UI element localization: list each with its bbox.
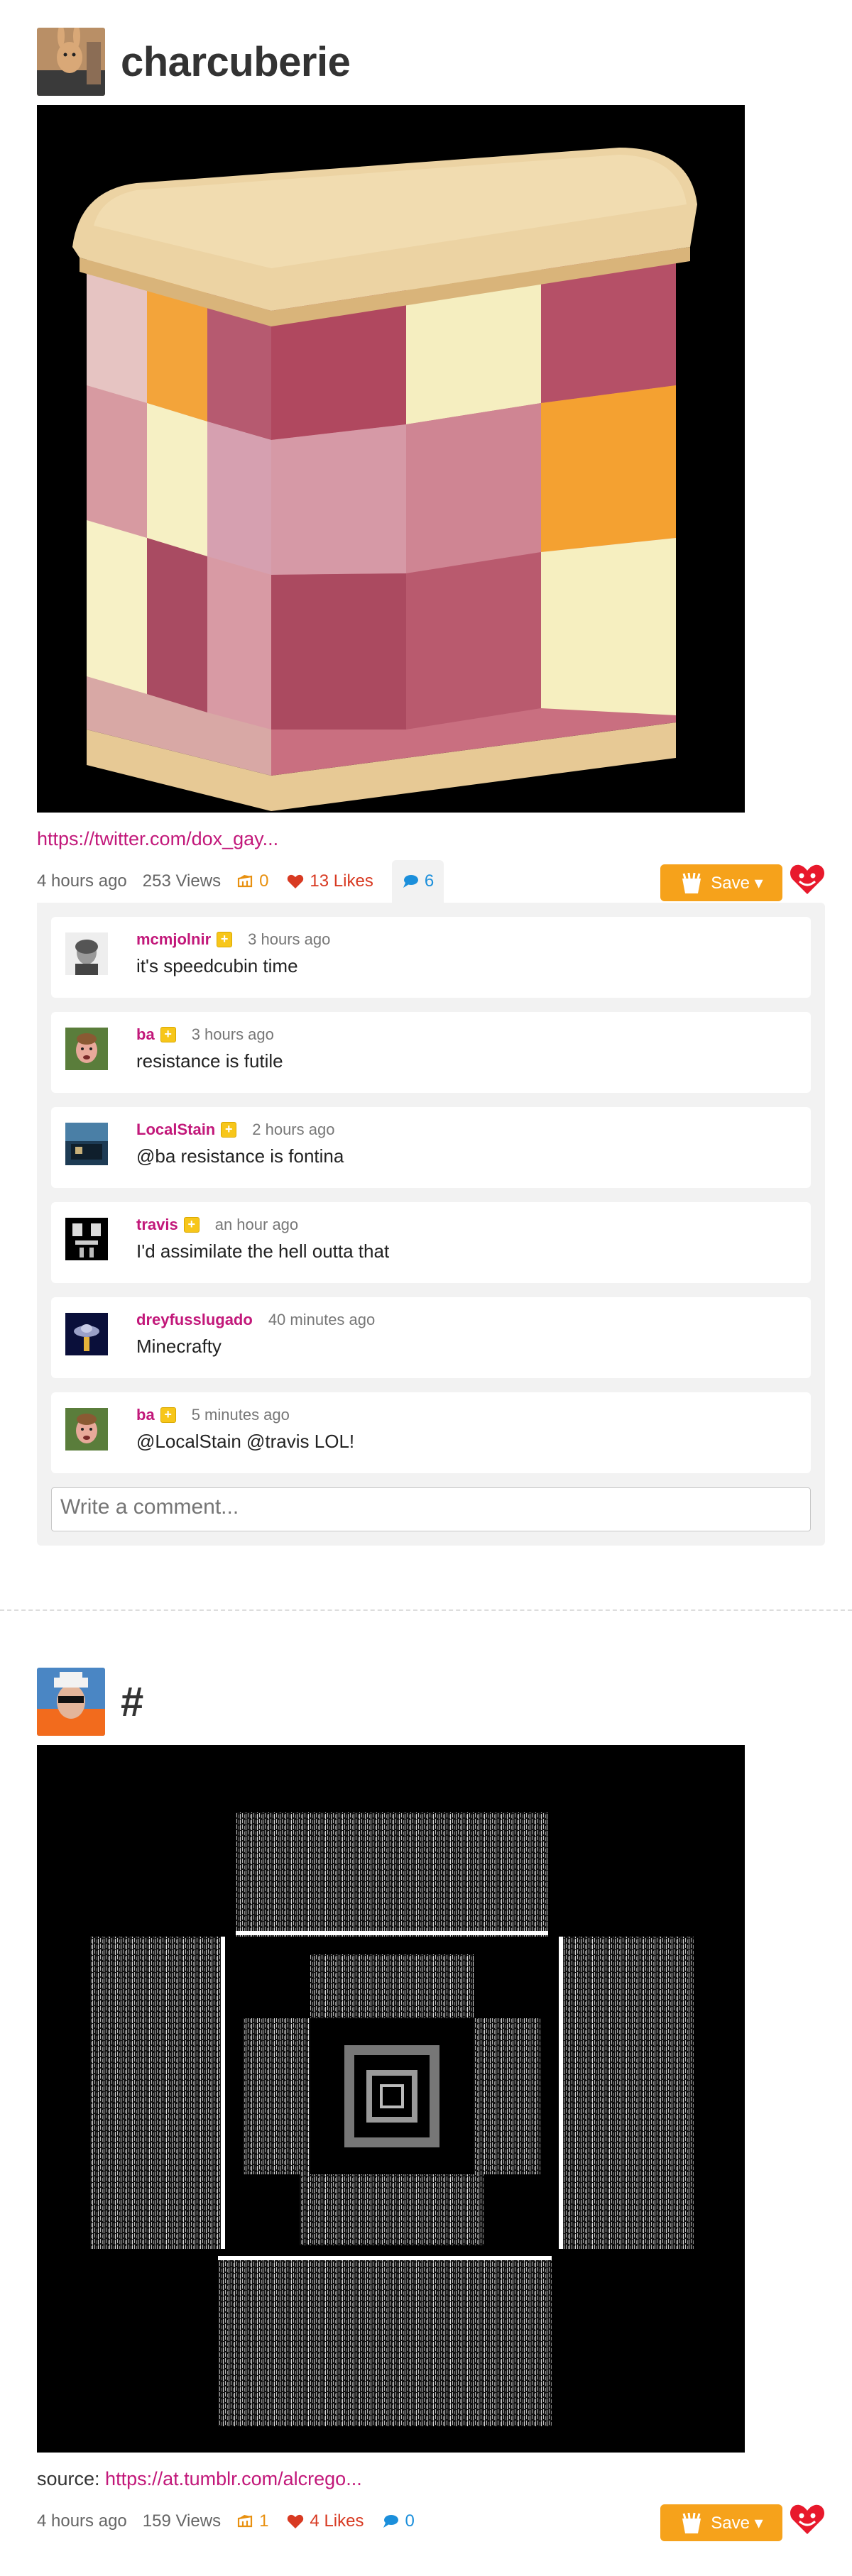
save-label: Save ▾ <box>711 2513 763 2533</box>
heart-reaction-button[interactable] <box>790 862 825 897</box>
bucket-icon <box>682 2512 701 2533</box>
heart-icon <box>288 874 304 888</box>
commenter-name[interactable]: ba <box>136 1406 155 1424</box>
post-title: # <box>121 1678 143 1725</box>
likes-count: 13 Likes <box>310 871 373 891</box>
comment-time: 3 hours ago <box>191 1025 274 1043</box>
post-header: # <box>37 1664 825 1739</box>
comment-input-wrapper <box>51 1487 811 1531</box>
comments-count: 0 <box>405 2511 415 2531</box>
heart-reaction-button[interactable] <box>790 2501 825 2537</box>
commenter-avatar[interactable] <box>65 1028 108 1070</box>
view-count: 159 Views <box>142 2511 222 2531</box>
comments-tab[interactable]: 0 <box>382 2511 415 2531</box>
commenter-name[interactable]: mcmjolnir <box>136 930 211 949</box>
bucket-icon <box>682 872 701 893</box>
cheese-count: 0 <box>259 871 269 891</box>
post-header: charcuberie <box>37 24 825 99</box>
plus-badge-icon: + <box>160 1407 176 1423</box>
commenter-name[interactable]: LocalStain <box>136 1121 215 1139</box>
post-meta-bar: 4 hours ago 159 Views 1 4 Likes 0 Save ▾ <box>37 2500 825 2543</box>
comment-text: it's speedcubin time <box>136 955 298 976</box>
post-divider <box>0 1609 852 1611</box>
commenter-name[interactable]: travis <box>136 1216 178 1234</box>
plus-badge-icon: + <box>160 1027 176 1042</box>
comment-time: 5 minutes ago <box>191 1406 290 1424</box>
source-prefix: source: <box>37 2468 106 2489</box>
cheese-icon <box>237 2515 253 2528</box>
post-title: charcuberie <box>121 38 351 85</box>
save-label: Save ▾ <box>711 873 763 893</box>
post-image-fractal-squares[interactable] <box>37 1745 745 2453</box>
comment: dreyfusslugado 40 minutes ago Minecrafty <box>51 1297 811 1378</box>
post: # source: https://at.tumblr.com/alcrego.… <box>37 1664 825 2543</box>
view-count: 253 Views <box>142 871 222 891</box>
comments-tab[interactable]: 6 <box>391 860 444 903</box>
comment-text: Minecrafty <box>136 1336 222 1357</box>
source-link[interactable]: https://twitter.com/dox_gay... <box>37 828 278 849</box>
comments-count: 6 <box>424 871 435 891</box>
source-line: https://twitter.com/dox_gay... <box>37 828 825 850</box>
cheese-icon <box>237 875 253 888</box>
comment-input[interactable] <box>51 1487 811 1531</box>
comment-text: @ba resistance is fontina <box>136 1145 344 1167</box>
author-avatar[interactable] <box>37 28 105 96</box>
save-button[interactable]: Save ▾ <box>660 864 782 901</box>
save-button[interactable]: Save ▾ <box>660 2504 782 2541</box>
post-image-sandwich-cube[interactable] <box>37 105 745 813</box>
comment-text: resistance is futile <box>136 1050 283 1072</box>
likes-count: 4 Likes <box>310 2511 364 2531</box>
cheese-stat[interactable]: 0 <box>236 871 268 891</box>
source-line: source: https://at.tumblr.com/alcrego... <box>37 2468 825 2490</box>
likes-stat[interactable]: 13 Likes <box>287 871 373 891</box>
post-time: 4 hours ago <box>37 871 127 891</box>
comment-time: an hour ago <box>214 1216 299 1233</box>
commenter-avatar[interactable] <box>65 1218 108 1260</box>
comments-panel: mcmjolnir + 3 hours ago it's speedcubin … <box>37 903 825 1546</box>
commenter-avatar[interactable] <box>65 1408 108 1451</box>
post-time: 4 hours ago <box>37 2511 127 2531</box>
cheese-stat[interactable]: 1 <box>236 2511 268 2531</box>
cheese-count: 1 <box>259 2511 269 2531</box>
plus-badge-icon: + <box>221 1122 237 1138</box>
commenter-avatar[interactable] <box>65 1123 108 1165</box>
comment: ba + 5 minutes ago @LocalStain @travis L… <box>51 1392 811 1473</box>
commenter-name[interactable]: ba <box>136 1025 155 1044</box>
comment: mcmjolnir + 3 hours ago it's speedcubin … <box>51 917 811 998</box>
post: charcuberie https://twitter.com/dox_gay.… <box>37 24 825 1546</box>
heart-icon <box>288 2514 304 2528</box>
comment: ba + 3 hours ago resistance is futile <box>51 1012 811 1093</box>
comment-text: @LocalStain @travis LOL! <box>136 1431 355 1452</box>
heart-face-icon <box>790 864 825 894</box>
likes-stat[interactable]: 4 Likes <box>287 2511 364 2531</box>
author-avatar[interactable] <box>37 1668 105 1736</box>
post-meta-bar: 4 hours ago 253 Views 0 13 Likes 6 Save … <box>37 860 825 903</box>
commenter-avatar[interactable] <box>65 932 108 975</box>
comment-time: 3 hours ago <box>248 930 331 948</box>
heart-face-icon <box>790 2504 825 2534</box>
comment-time: 40 minutes ago <box>268 1311 376 1328</box>
plus-badge-icon: + <box>217 932 233 947</box>
source-link[interactable]: https://at.tumblr.com/alcrego... <box>105 2468 362 2489</box>
comment-time: 2 hours ago <box>252 1121 335 1138</box>
speech-bubble-icon <box>403 875 418 888</box>
comment-text: I'd assimilate the hell outta that <box>136 1240 390 1262</box>
plus-badge-icon: + <box>183 1217 200 1233</box>
commenter-avatar[interactable] <box>65 1313 108 1355</box>
comment: travis + an hour ago I'd assimilate the … <box>51 1202 811 1283</box>
speech-bubble-icon <box>383 2515 399 2528</box>
comment: LocalStain + 2 hours ago @ba resistance … <box>51 1107 811 1188</box>
commenter-name[interactable]: dreyfusslugado <box>136 1311 253 1329</box>
